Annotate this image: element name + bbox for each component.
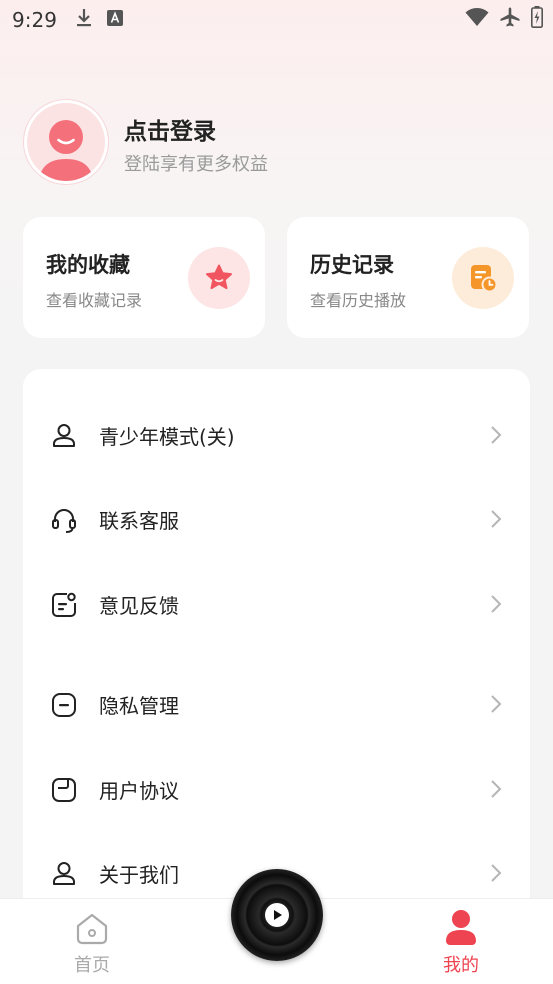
history-title: 历史记录 bbox=[310, 253, 394, 277]
avatar[interactable] bbox=[24, 100, 108, 184]
menu-item-youth-mode[interactable]: 青少年模式(关) bbox=[23, 405, 530, 465]
chevron-right-icon bbox=[491, 695, 502, 713]
history-icon-badge bbox=[452, 247, 514, 309]
headset-icon bbox=[52, 509, 76, 533]
home-icon bbox=[76, 913, 108, 945]
menu-label: 隐私管理 bbox=[99, 694, 179, 718]
chevron-right-icon bbox=[491, 780, 502, 798]
profile-header[interactable]: 点击登录 登陆享有更多权益 bbox=[24, 100, 529, 186]
floating-player[interactable] bbox=[231, 869, 323, 961]
login-subtitle: 登陆享有更多权益 bbox=[124, 154, 268, 175]
favorites-card[interactable]: 我的收藏 查看收藏记录 bbox=[23, 217, 265, 338]
menu-item-feedback[interactable]: 意见反馈 bbox=[23, 574, 530, 634]
user-icon bbox=[446, 910, 476, 945]
favorites-subtitle: 查看收藏记录 bbox=[46, 291, 143, 310]
airplane-icon bbox=[499, 6, 521, 32]
download-icon bbox=[75, 8, 93, 32]
chevron-right-icon bbox=[491, 864, 502, 882]
menu-item-user-agreement[interactable]: 用户协议 bbox=[23, 759, 530, 819]
menu-label: 青少年模式(关) bbox=[99, 425, 235, 449]
favorites-title: 我的收藏 bbox=[46, 253, 130, 277]
battery-icon bbox=[531, 6, 543, 32]
chevron-right-icon bbox=[491, 510, 502, 528]
menu-label: 联系客服 bbox=[99, 509, 179, 533]
youth-mode-icon bbox=[53, 424, 75, 447]
favorites-icon-badge bbox=[188, 247, 250, 309]
agreement-icon bbox=[52, 778, 76, 802]
status-bar: 9:29 bbox=[0, 0, 553, 40]
chevron-right-icon bbox=[491, 595, 502, 613]
tab-home-label: 首页 bbox=[74, 955, 110, 976]
history-card[interactable]: 历史记录 查看历史播放 bbox=[287, 217, 529, 338]
tab-mine-label: 我的 bbox=[443, 955, 479, 976]
chevron-right-icon bbox=[491, 426, 502, 444]
default-avatar-icon bbox=[39, 120, 93, 181]
history-subtitle: 查看历史播放 bbox=[310, 291, 407, 310]
a-box-icon bbox=[106, 10, 123, 30]
wifi-icon bbox=[465, 7, 489, 31]
status-time: 9:29 bbox=[12, 8, 57, 32]
feedback-icon bbox=[52, 592, 76, 617]
privacy-icon bbox=[52, 693, 76, 717]
menu-item-privacy[interactable]: 隐私管理 bbox=[23, 674, 530, 734]
play-button[interactable] bbox=[265, 903, 289, 927]
menu-item-customer-service[interactable]: 联系客服 bbox=[23, 489, 530, 549]
play-icon bbox=[274, 910, 282, 920]
menu-label: 关于我们 bbox=[99, 863, 179, 887]
menu-label: 用户协议 bbox=[99, 779, 179, 803]
login-title[interactable]: 点击登录 bbox=[124, 112, 216, 146]
menu-label: 意见反馈 bbox=[99, 594, 179, 618]
tab-mine[interactable]: 我的 bbox=[406, 909, 516, 979]
tab-home[interactable]: 首页 bbox=[37, 909, 147, 979]
history-doc-icon bbox=[471, 265, 498, 293]
star-icon bbox=[206, 264, 232, 290]
about-icon bbox=[53, 862, 75, 885]
